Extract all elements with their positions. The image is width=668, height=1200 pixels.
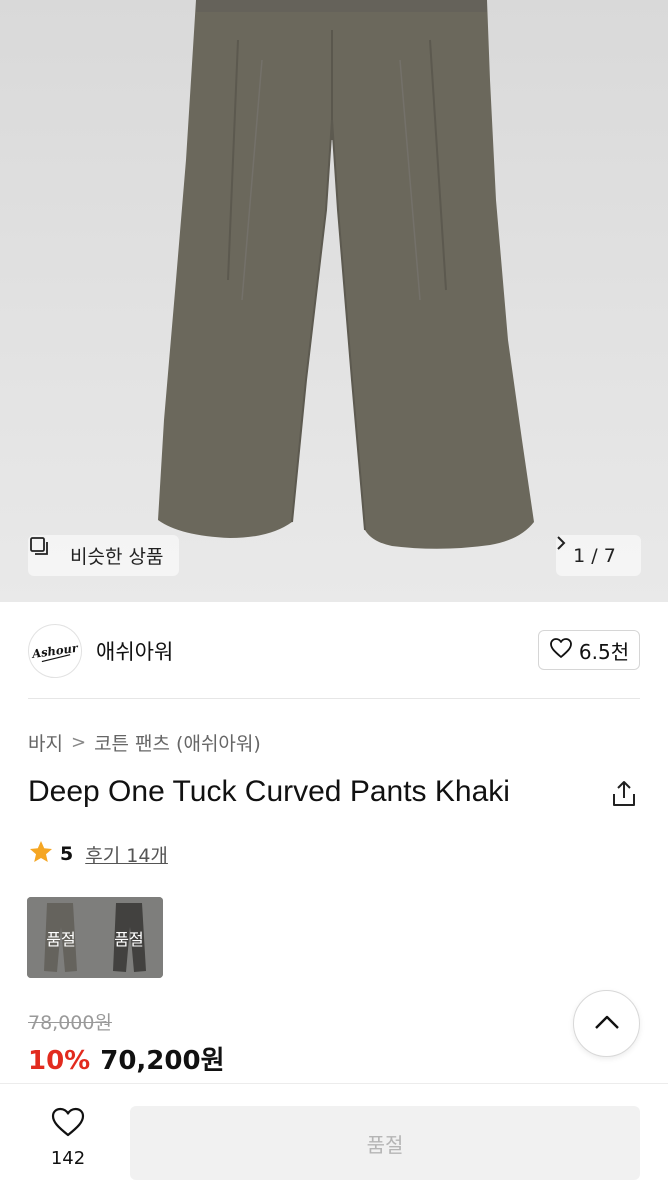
heart-outline-icon <box>549 637 573 664</box>
rating-row: 5 후기 14개 <box>28 840 168 868</box>
sale-price: 70,200원 <box>100 1046 225 1076</box>
color-option-charcoal[interactable]: 품절 <box>95 897 163 978</box>
color-options: 품절 품절 <box>27 897 163 978</box>
breadcrumb-category[interactable]: 바지 <box>28 729 63 756</box>
sold-out-label: 품절 <box>114 929 144 949</box>
wish-count: 142 <box>50 1148 86 1169</box>
product-title: Deep One Tuck Curved Pants Khaki <box>28 775 510 808</box>
copy-icon <box>30 537 62 567</box>
share-icon <box>608 781 640 814</box>
brand-name[interactable]: 애쉬아워 <box>96 636 173 666</box>
sold-out-label: 품절 <box>46 929 76 949</box>
brand-row: Ashour 애쉬아워 6.5천 <box>24 620 640 682</box>
original-price: 78,000원 <box>28 1012 112 1034</box>
chevron-up-icon <box>594 1014 620 1034</box>
pants-illustration <box>158 0 534 549</box>
brand-like-button[interactable]: 6.5천 <box>538 630 640 670</box>
brand-logo-mark: Ashour <box>30 641 80 663</box>
scroll-to-top-button[interactable] <box>573 990 640 1057</box>
wishlist-button[interactable]: 142 <box>28 1106 108 1176</box>
bottom-action-bar: 142 품절 <box>0 1083 668 1200</box>
share-button[interactable] <box>608 778 640 810</box>
star-icon <box>28 839 54 870</box>
discount-rate: 10% <box>28 1046 91 1076</box>
color-option-khaki[interactable]: 품절 <box>27 897 95 978</box>
product-page: 비슷한 상품 1 / 7 Ashour 애쉬아워 6.5천 바지 > 코튼 팬츠… <box>0 0 668 1200</box>
breadcrumb-subcategory[interactable]: 코튼 팬츠 (애쉬아워) <box>94 729 261 756</box>
review-count-link[interactable]: 후기 14개 <box>85 841 168 868</box>
similar-products-button[interactable]: 비슷한 상품 <box>28 535 179 576</box>
brand-logo[interactable]: Ashour <box>24 620 86 682</box>
pager-text: 1 / 7 <box>573 544 616 567</box>
rating-score: 5 <box>60 843 74 865</box>
product-image[interactable]: 비슷한 상품 1 / 7 <box>0 0 668 602</box>
price-row: 10% 70,200원 <box>28 1040 225 1078</box>
image-pager[interactable]: 1 / 7 <box>556 535 641 576</box>
brand-like-count: 6.5천 <box>578 639 630 664</box>
breadcrumb: 바지 > 코튼 팬츠 (애쉬아워) <box>28 728 261 756</box>
similar-products-label: 비슷한 상품 <box>70 546 164 568</box>
heart-outline-icon <box>50 1106 86 1142</box>
divider <box>28 698 640 699</box>
breadcrumb-separator: > <box>70 731 87 753</box>
purchase-button[interactable]: 품절 <box>130 1106 640 1180</box>
